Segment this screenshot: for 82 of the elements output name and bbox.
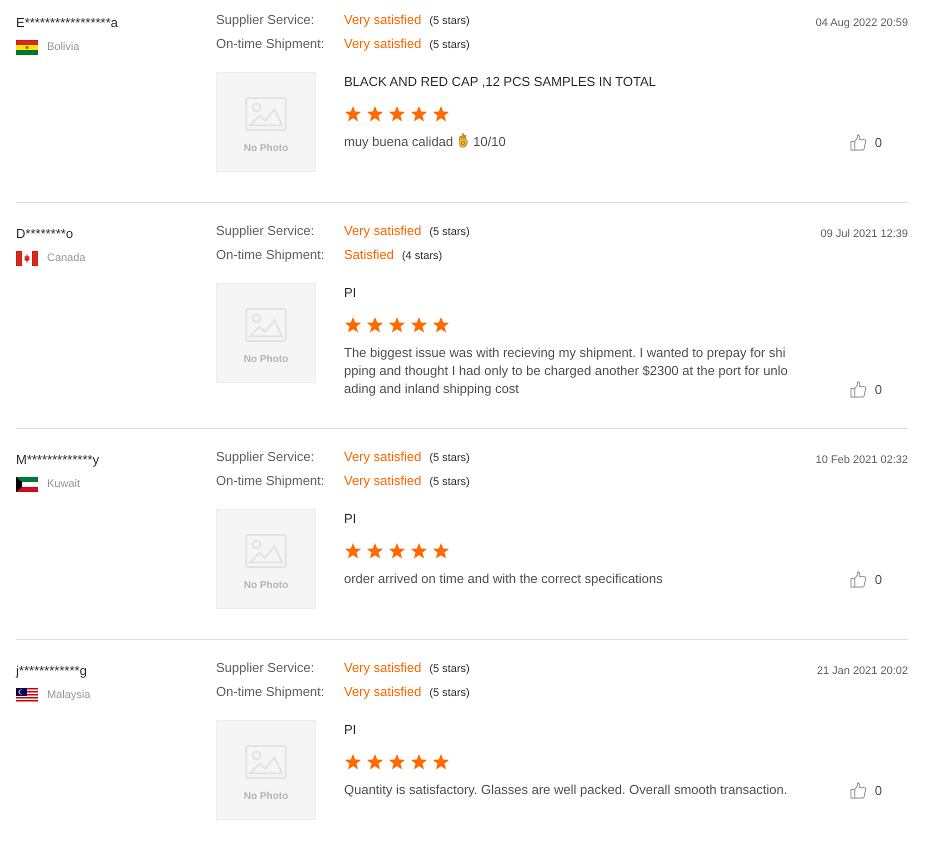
star-icon (388, 753, 406, 771)
star-icon (366, 316, 384, 334)
review-date: 21 Jan 2021 20:02 (816, 664, 908, 679)
rating-stars-text: (5 stars) (429, 14, 470, 29)
review-comment: 10/10 (473, 134, 506, 149)
like-count: 0 (874, 783, 882, 798)
no-photo-label: No Photo (244, 354, 288, 364)
rating-label: On-time Shipment: (216, 35, 326, 53)
review-title: PI (344, 511, 358, 527)
review-comment: order arrived on time and with the correct specifications (344, 571, 663, 586)
country-name: Canada (47, 252, 86, 264)
star-icon (432, 753, 450, 771)
star-icon (388, 316, 406, 334)
review-date: 09 Jul 2021 12:39 (820, 227, 908, 242)
rating-stars-text: (5 stars) (429, 662, 470, 677)
rating-verdict: Very satisfied (344, 472, 422, 490)
rating-verdict: Very satisfied (344, 222, 422, 240)
star-icon (344, 316, 362, 334)
review-date: 10 Feb 2021 02:32 (814, 453, 908, 468)
review-title: PI (344, 722, 358, 738)
star-icon (388, 105, 406, 123)
buyer-name: j************g (16, 662, 88, 680)
buyer-name: E*****************a (16, 14, 119, 32)
rating-label: Supplier Service: (216, 11, 316, 29)
like-count: 0 (874, 382, 882, 397)
review-title: PI (344, 285, 358, 301)
review-comment: Quantity is satisfactory. Glasses are well packed. Overall smooth transaction. (344, 782, 788, 797)
no-photo-label: No Photo (244, 580, 288, 590)
star-icon (344, 542, 362, 560)
rating-stars-text: (5 stars) (429, 451, 470, 466)
buyer-name: M*************y (16, 451, 100, 469)
rating-verdict: Very satisfied (344, 448, 422, 466)
star-icon (344, 753, 362, 771)
star-icon (366, 105, 384, 123)
star-icon (432, 105, 450, 123)
rating-label: On-time Shipment: (216, 683, 326, 701)
country-name: Kuwait (47, 478, 80, 490)
rating-label: Supplier Service: (216, 222, 316, 240)
review-title: BLACK AND RED CAP ,12 PCS SAMPLES IN TOTAL (344, 74, 657, 90)
rating-stars-text: (5 stars) (429, 686, 470, 701)
rating-verdict: Very satisfied (344, 35, 422, 53)
no-photo-label: No Photo (244, 790, 288, 802)
rating-label: Supplier Service: (216, 448, 316, 466)
review-comment: The biggest issue was with recieving my shipment. I wanted to prepay for shipping and thought I had only to be charged another $2300 at the port for unloading and inland shipping cost (344, 345, 788, 396)
star-icon (366, 542, 384, 560)
star-icon (388, 542, 406, 560)
rating-stars-text: (5 stars) (429, 38, 470, 53)
rating-verdict: Satisfied (344, 246, 394, 264)
review-date: 04 Aug 2022 20:59 (814, 16, 908, 31)
ok-hand-icon (457, 133, 470, 148)
like-count: 0 (874, 572, 882, 587)
flag-icon (16, 476, 38, 492)
rating-verdict: Very satisfied (344, 659, 422, 677)
rating-stars-text: (5 stars) (429, 475, 470, 490)
buyer-name: D********o (16, 225, 74, 243)
star-icon (410, 105, 428, 123)
flag-icon (16, 688, 38, 702)
rating-stars-text: (4 stars) (402, 249, 442, 264)
star-icon (432, 542, 450, 560)
flag-icon (16, 40, 38, 54)
star-icon (410, 542, 428, 560)
star-icon (344, 105, 362, 123)
star-icon (366, 753, 384, 771)
flag-icon (16, 250, 38, 266)
rating-label: Supplier Service: (216, 659, 316, 677)
country-name: Bolivia (47, 41, 80, 53)
review-comment: muy buena calidad (344, 134, 454, 149)
thumbs-up-icon[interactable] (850, 134, 867, 151)
rating-stars-text: (5 stars) (429, 225, 470, 240)
country-name: Malaysia (47, 689, 90, 701)
thumbs-up-icon[interactable] (850, 571, 867, 588)
star-icon (432, 316, 450, 334)
star-icon (410, 753, 428, 771)
like-count: 0 (874, 135, 882, 150)
no-photo-label: No Photo (244, 142, 288, 154)
rating-label: On-time Shipment: (216, 472, 326, 490)
thumbs-up-icon[interactable] (850, 381, 867, 398)
thumbs-up-icon[interactable] (850, 782, 867, 799)
rating-verdict: Very satisfied (344, 11, 422, 29)
star-icon (410, 316, 428, 334)
rating-label: On-time Shipment: (216, 246, 326, 264)
rating-verdict: Very satisfied (344, 683, 422, 701)
